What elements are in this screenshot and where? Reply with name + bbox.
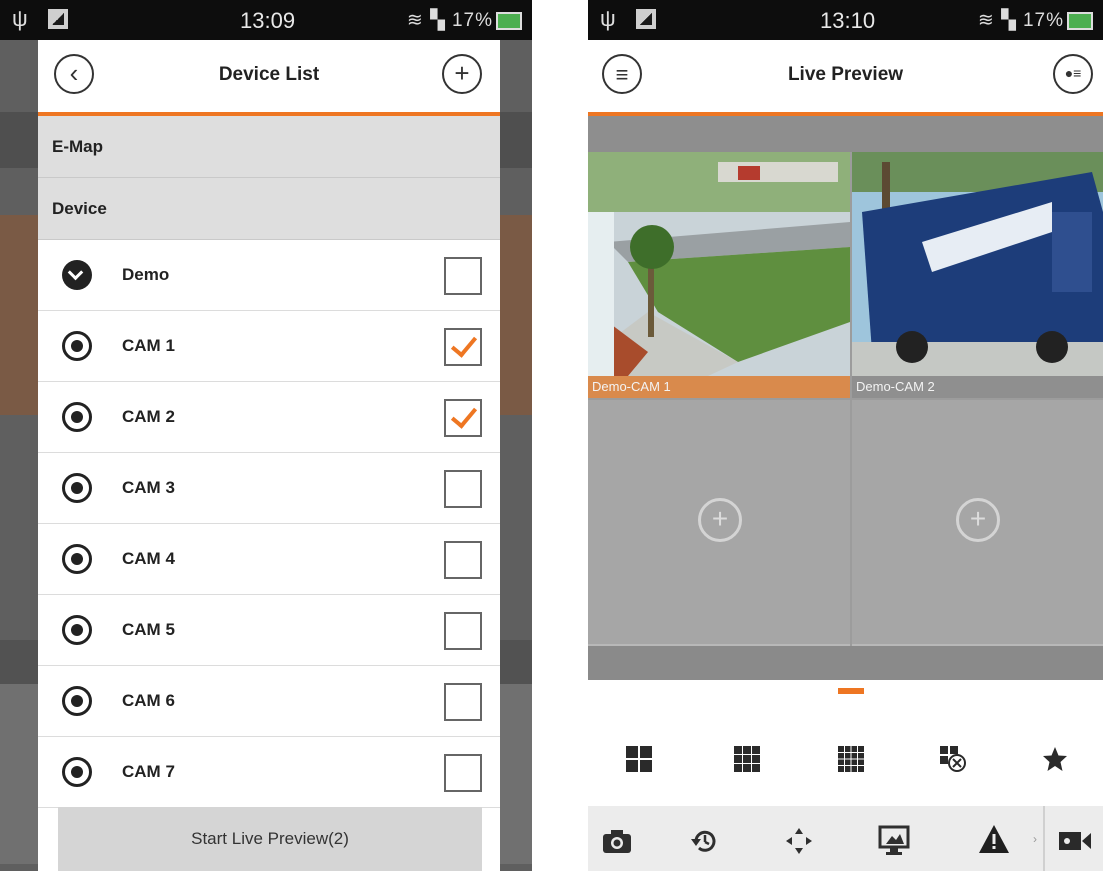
device-row-checkbox[interactable] xyxy=(444,399,482,437)
video-tile-3[interactable]: + xyxy=(588,400,850,646)
device-row-checkbox[interactable] xyxy=(444,257,482,295)
device-row-checkbox[interactable] xyxy=(444,612,482,650)
add-channel-icon: + xyxy=(956,498,1000,542)
video-tile-1[interactable]: Demo-CAM 1 xyxy=(588,152,850,398)
section-device[interactable]: Device xyxy=(38,178,500,240)
device-row[interactable]: Demo xyxy=(38,240,500,311)
usb-icon: ψ xyxy=(12,6,28,31)
playback-icon[interactable] xyxy=(690,826,720,856)
device-row[interactable]: CAM 5 xyxy=(38,595,500,666)
camera-feed-1 xyxy=(588,152,850,376)
signal-icon: ▚ xyxy=(1001,10,1017,31)
signal-icon: ▚ xyxy=(430,10,446,31)
add-channel-icon: + xyxy=(698,498,742,542)
page-title: Live Preview xyxy=(787,64,904,85)
camera-channel-icon xyxy=(62,473,92,503)
device-row-label: CAM 4 xyxy=(122,549,175,568)
status-time: 13:09 xyxy=(240,8,296,33)
device-row-checkbox[interactable] xyxy=(444,470,482,508)
control-panel: › xyxy=(588,680,1103,871)
video-grid: Demo-CAM 1 Demo-CAM 2 + + xyxy=(588,116,1103,680)
camera-channel-icon xyxy=(62,544,92,574)
device-row[interactable]: CAM 3 xyxy=(38,453,500,524)
device-row[interactable]: CAM 2 xyxy=(38,382,500,453)
warning-icon[interactable] xyxy=(978,824,1010,854)
device-row-checkbox[interactable] xyxy=(444,754,482,792)
camera-feed-2 xyxy=(852,152,1103,376)
battery-icon xyxy=(496,11,522,30)
toolbar-divider xyxy=(1043,806,1045,871)
device-row-label: CAM 1 xyxy=(122,336,175,355)
grid-bottom-band xyxy=(588,646,1103,680)
device-list-header: ‹ Device List + xyxy=(38,40,500,116)
start-live-preview-button[interactable]: Start Live Preview(2) xyxy=(58,807,482,871)
status-battery: ≋ ▚ 17% xyxy=(407,9,522,32)
status-bar: ψ 13:10 ≋ ▚ 17% xyxy=(588,0,1103,40)
live-preview-header: ≡ Live Preview ●≡ xyxy=(588,40,1103,116)
device-row[interactable]: CAM 1 xyxy=(38,311,500,382)
grid-4x4-icon[interactable] xyxy=(838,746,864,772)
status-battery: ≋ ▚ 17% xyxy=(978,9,1093,32)
device-row[interactable]: CAM 4 xyxy=(38,524,500,595)
camera-channel-icon xyxy=(62,615,92,645)
checkmark-icon xyxy=(450,330,478,358)
device-list-button[interactable]: ●≡ xyxy=(1053,54,1093,94)
device-row-checkbox[interactable] xyxy=(444,328,482,366)
battery-percent: 17% xyxy=(1022,10,1064,31)
camera-channel-icon xyxy=(62,402,92,432)
checkmark-icon xyxy=(450,401,478,429)
record-icon[interactable] xyxy=(1058,830,1092,852)
device-row-label: CAM 6 xyxy=(122,691,175,710)
battery-icon xyxy=(1067,11,1093,30)
close-layout-icon[interactable] xyxy=(940,746,966,772)
scroll-right-icon[interactable]: › xyxy=(1033,832,1037,846)
camera-icon[interactable] xyxy=(602,828,632,854)
display-icon[interactable] xyxy=(878,824,910,856)
device-row-checkbox[interactable] xyxy=(444,683,482,721)
right-screen: ψ 13:10 ≋ ▚ 17% ≡ Live Preview ●≡ Demo-C… xyxy=(588,0,1103,871)
left-screen: ψ 13:09 ≋ ▚ 17% ‹ Device List + E-Map De… xyxy=(0,0,532,871)
camera-channel-icon xyxy=(62,757,92,787)
expand-device-icon[interactable] xyxy=(62,260,92,290)
add-device-button[interactable]: + xyxy=(442,54,482,94)
device-row-label: CAM 3 xyxy=(122,478,175,497)
notification-icon xyxy=(636,9,656,29)
device-row-label: CAM 2 xyxy=(122,407,175,426)
tile-label: Demo-CAM 2 xyxy=(852,376,1103,398)
device-row-label: CAM 7 xyxy=(122,762,175,781)
notification-icon xyxy=(48,9,68,29)
wifi-icon: ≋ xyxy=(406,10,424,31)
device-row-label: Demo xyxy=(122,265,170,284)
device-row-label: CAM 5 xyxy=(122,620,175,639)
grid-3x3-icon[interactable] xyxy=(734,746,760,772)
camera-channel-icon xyxy=(62,331,92,361)
battery-percent: 17% xyxy=(451,10,493,31)
star-icon[interactable] xyxy=(1042,746,1068,772)
device-row[interactable]: CAM 6 xyxy=(38,666,500,737)
usb-icon: ψ xyxy=(600,6,616,31)
grid-top-band xyxy=(588,116,1103,152)
device-row-checkbox[interactable] xyxy=(444,541,482,579)
wifi-icon: ≋ xyxy=(977,10,995,31)
camera-channel-icon xyxy=(62,686,92,716)
page-indicator xyxy=(838,688,864,694)
device-list-panel: ‹ Device List + E-Map Device Demo CAM 1 CA… xyxy=(38,40,500,871)
video-tile-2[interactable]: Demo-CAM 2 xyxy=(852,152,1103,398)
status-bar: ψ 13:09 ≋ ▚ 17% xyxy=(0,0,532,40)
device-list-icon: ●≡ xyxy=(1064,65,1082,81)
video-tile-4[interactable]: + xyxy=(852,400,1103,646)
page-title: Device List xyxy=(218,64,320,85)
bottom-toolbar: › xyxy=(588,806,1103,871)
plus-icon: + xyxy=(454,58,470,88)
ptz-arrows-icon[interactable] xyxy=(784,826,814,856)
tile-label: Demo-CAM 1 xyxy=(588,376,850,398)
device-row[interactable]: CAM 7 xyxy=(38,737,500,808)
grid-2x2-icon[interactable] xyxy=(626,746,652,772)
section-emap[interactable]: E-Map xyxy=(38,116,500,178)
status-time: 13:10 xyxy=(820,8,876,33)
